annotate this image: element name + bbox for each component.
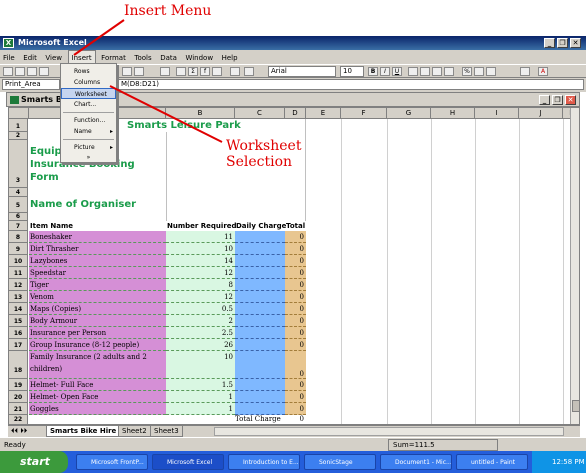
annotation-arrows [73, 19, 223, 143]
annotation-worksheet-selection: Worksheet Selection [226, 138, 302, 170]
